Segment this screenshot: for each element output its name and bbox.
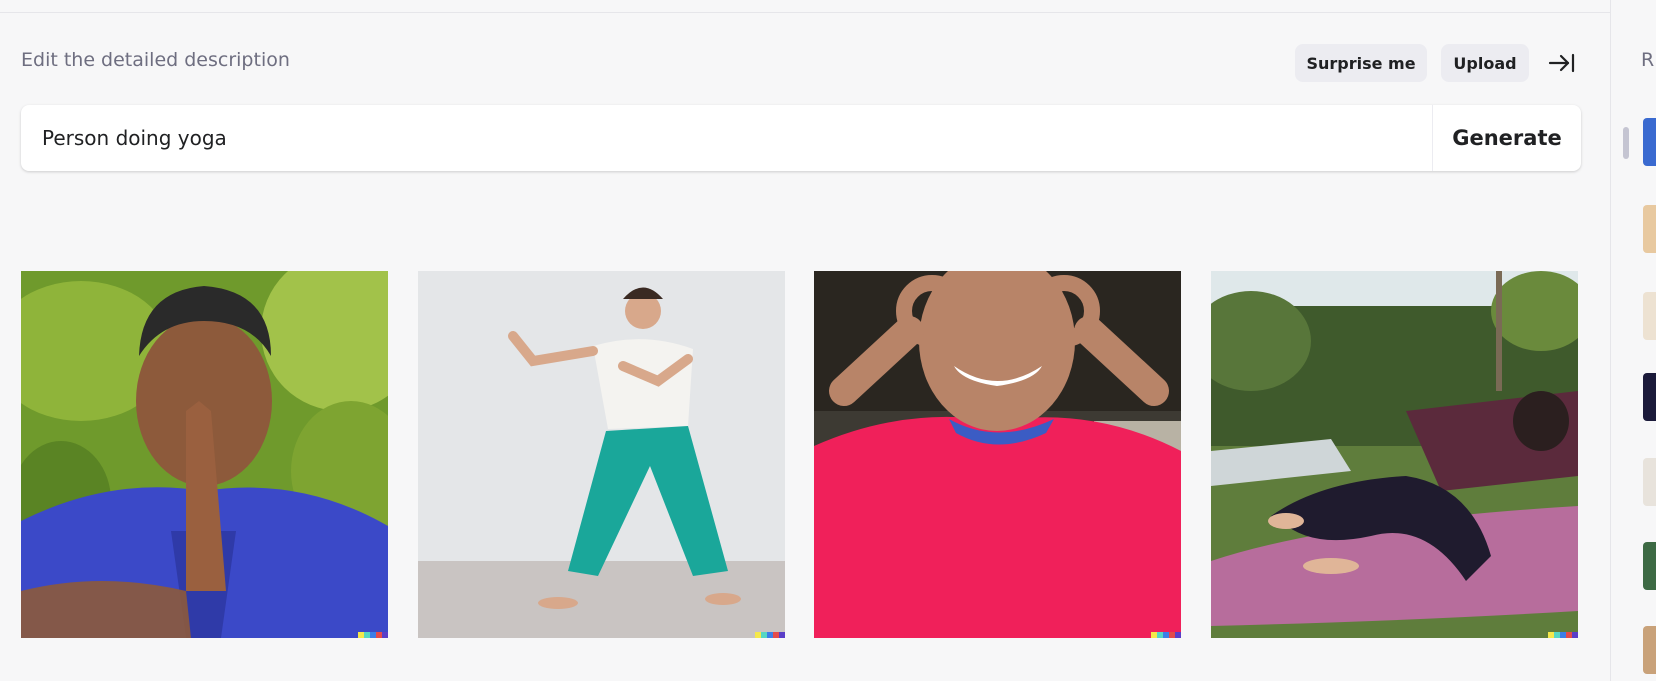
history-thumb-2[interactable]	[1643, 205, 1656, 253]
history-thumb-3[interactable]	[1643, 292, 1656, 340]
image-signature	[1151, 632, 1181, 638]
result-image-4[interactable]	[1211, 271, 1578, 638]
surprise-me-button[interactable]: Surprise me	[1295, 44, 1427, 82]
arrow-right-to-bar-icon	[1548, 53, 1575, 73]
top-divider	[0, 0, 1610, 13]
editor-panel: Edit the detailed description Surprise m…	[0, 13, 1610, 681]
history-scrollbar[interactable]	[1623, 127, 1629, 159]
history-thumb-1[interactable]	[1643, 118, 1656, 166]
image-signature	[755, 632, 785, 638]
prompt-input[interactable]	[21, 105, 1432, 171]
generate-button[interactable]: Generate	[1433, 105, 1581, 171]
recent-history-panel: R	[1610, 0, 1656, 681]
image-signature	[358, 632, 388, 638]
result-image-3[interactable]	[814, 271, 1181, 638]
prompt-bar: Generate	[21, 105, 1581, 171]
results-grid	[21, 271, 1581, 638]
history-thumb-7[interactable]	[1643, 626, 1656, 674]
upload-button[interactable]: Upload	[1441, 44, 1529, 82]
result-image-2[interactable]	[418, 271, 785, 638]
history-thumb-5[interactable]	[1643, 458, 1656, 506]
collapse-panel-button[interactable]	[1546, 49, 1578, 77]
history-thumb-6[interactable]	[1643, 542, 1656, 590]
prompt-label: Edit the detailed description	[21, 49, 290, 71]
image-signature	[1548, 632, 1578, 638]
result-image-1[interactable]	[21, 271, 388, 638]
recent-panel-label: R	[1641, 49, 1655, 71]
history-thumb-4[interactable]	[1643, 373, 1656, 421]
